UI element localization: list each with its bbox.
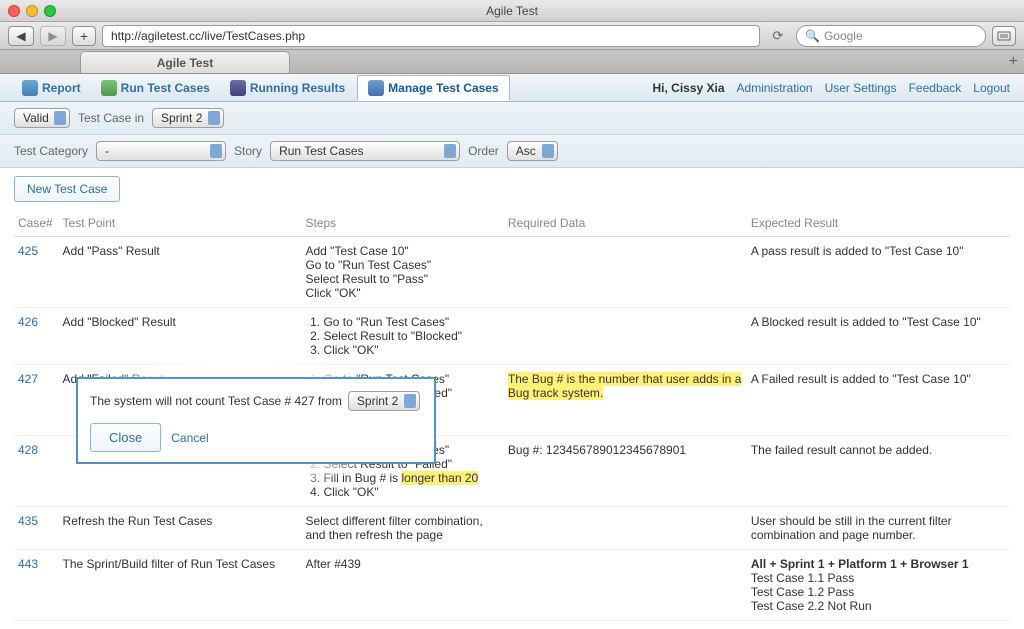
case-link[interactable]: 426 xyxy=(18,315,38,329)
case-link[interactable]: 425 xyxy=(18,244,38,258)
required-data-cell xyxy=(504,550,747,621)
new-tab-button[interactable]: + xyxy=(72,26,96,46)
case-link[interactable]: 428 xyxy=(18,443,38,457)
col-exp-header: Expected Result xyxy=(747,210,1010,237)
table-row: 425 Add "Pass" ResultAdd "Test Case 10" G… xyxy=(14,237,1010,308)
forward-button[interactable]: ▶ xyxy=(40,26,66,46)
reload-button[interactable]: ⟳ xyxy=(766,26,790,46)
manage-icon xyxy=(368,80,384,96)
nav-manage-test-cases[interactable]: Manage Test Cases xyxy=(357,75,510,101)
col-req-header: Required Data xyxy=(504,210,747,237)
case-link[interactable]: 443 xyxy=(18,557,38,571)
nav-right: Hi, Cissy Xia Administration User Settin… xyxy=(652,81,1010,95)
table-row: 426 Add "Blocked" ResultGo to "Run Test C… xyxy=(14,308,1010,365)
url-bar[interactable]: http://agiletest.cc/live/TestCases.php xyxy=(102,25,760,47)
dialog-cancel-link[interactable]: Cancel xyxy=(171,431,208,445)
required-data-cell xyxy=(504,507,747,550)
required-data-cell: Bug #: 123456789012345678901 xyxy=(504,436,747,507)
order-label: Order xyxy=(468,144,499,158)
browser-tab-active[interactable]: Agile Test xyxy=(80,51,290,73)
reader-button[interactable] xyxy=(992,26,1016,46)
app-nav: Report Run Test Cases Running Results Ma… xyxy=(0,74,1024,102)
run-icon xyxy=(101,80,117,96)
link-user-settings[interactable]: User Settings xyxy=(825,81,897,95)
expected-result-cell: User should be still in the current filt… xyxy=(747,507,1010,550)
required-data-cell xyxy=(504,237,747,308)
nav-report[interactable]: Report xyxy=(14,76,89,100)
order-select[interactable]: Asc xyxy=(507,141,558,161)
greeting: Hi, Cissy Xia xyxy=(652,81,724,95)
filter-row-1: Valid Test Case in Sprint 2 xyxy=(0,102,1024,135)
dialog-close-button[interactable]: Close xyxy=(90,423,161,452)
window-titlebar: Agile Test xyxy=(0,0,1024,22)
report-icon xyxy=(22,80,38,96)
dialog-sprint-select[interactable]: Sprint 2 xyxy=(348,391,420,411)
table-row: 435 Refresh the Run Test CasesSelect diff… xyxy=(14,507,1010,550)
nav-manage-label: Manage Test Cases xyxy=(388,81,499,95)
add-tab-button[interactable]: + xyxy=(1009,53,1018,71)
dialog-message: The system will not count Test Case # 42… xyxy=(90,394,342,408)
search-placeholder: Google xyxy=(824,29,863,43)
validity-select[interactable]: Valid xyxy=(14,108,70,128)
nav-report-label: Report xyxy=(42,81,81,95)
test-point-cell: Add "Blocked" Result xyxy=(59,308,302,365)
story-select[interactable]: Run Test Cases xyxy=(270,141,460,161)
required-data-cell xyxy=(504,308,747,365)
sprint-select[interactable]: Sprint 2 xyxy=(152,108,224,128)
steps-cell: Go to "Run Test Cases"Select Result to "… xyxy=(301,308,503,365)
expected-result-cell: A pass result is added to "Test Case 10" xyxy=(747,237,1010,308)
col-tp-header: Test Point xyxy=(59,210,302,237)
expected-result-cell: All + Sprint 1 + Platform 1 + Browser 1T… xyxy=(747,550,1010,621)
expected-result-cell: A Failed result is added to "Test Case 1… xyxy=(747,365,1010,436)
nav-run-label: Run Test Cases xyxy=(121,81,210,95)
steps-cell: Select different filter combination, and… xyxy=(301,507,503,550)
test-point-cell: The Sprint/Build filter of Run Test Case… xyxy=(59,550,302,621)
browser-toolbar: ◀ ▶ + http://agiletest.cc/live/TestCases… xyxy=(0,22,1024,50)
required-data-cell: The Bug # is the number that user adds i… xyxy=(504,365,747,436)
nav-running-label: Running Results xyxy=(250,81,345,95)
link-feedback[interactable]: Feedback xyxy=(909,81,962,95)
url-text: http://agiletest.cc/live/TestCases.php xyxy=(111,29,305,43)
nav-run-test-cases[interactable]: Run Test Cases xyxy=(93,76,218,100)
browser-tabstrip: Agile Test + xyxy=(0,50,1024,74)
steps-cell: After #439 xyxy=(301,550,503,621)
col-steps-header: Steps xyxy=(301,210,503,237)
expected-result-cell: A Blocked result is added to "Test Case … xyxy=(747,308,1010,365)
browser-search[interactable]: 🔍 Google xyxy=(796,25,986,47)
col-case-header: Case# xyxy=(14,210,59,237)
table-row: 443 The Sprint/Build filter of Run Test C… xyxy=(14,550,1010,621)
search-icon: 🔍 xyxy=(805,29,820,43)
tc-in-label: Test Case in xyxy=(78,111,144,125)
back-button[interactable]: ◀ xyxy=(8,26,34,46)
running-icon xyxy=(230,80,246,96)
link-administration[interactable]: Administration xyxy=(737,81,813,95)
remove-case-dialog: The system will not count Test Case # 42… xyxy=(76,377,436,464)
reader-icon xyxy=(997,31,1011,41)
nav-running-results[interactable]: Running Results xyxy=(222,76,353,100)
link-logout[interactable]: Logout xyxy=(973,81,1010,95)
window-title: Agile Test xyxy=(0,4,1024,18)
steps-cell: Add "Test Case 10" Go to "Run Test Cases… xyxy=(301,237,503,308)
test-point-cell: Refresh the Run Test Cases xyxy=(59,507,302,550)
story-label: Story xyxy=(234,144,262,158)
expected-result-cell: The failed result cannot be added. xyxy=(747,436,1010,507)
test-point-cell: Add "Pass" Result xyxy=(59,237,302,308)
new-test-case-button[interactable]: New Test Case xyxy=(14,176,120,202)
case-link[interactable]: 435 xyxy=(18,514,38,528)
filter-row-2: Test Category - Story Run Test Cases Ord… xyxy=(0,135,1024,168)
category-label: Test Category xyxy=(14,144,88,158)
case-link[interactable]: 427 xyxy=(18,372,38,386)
category-select[interactable]: - xyxy=(96,141,226,161)
